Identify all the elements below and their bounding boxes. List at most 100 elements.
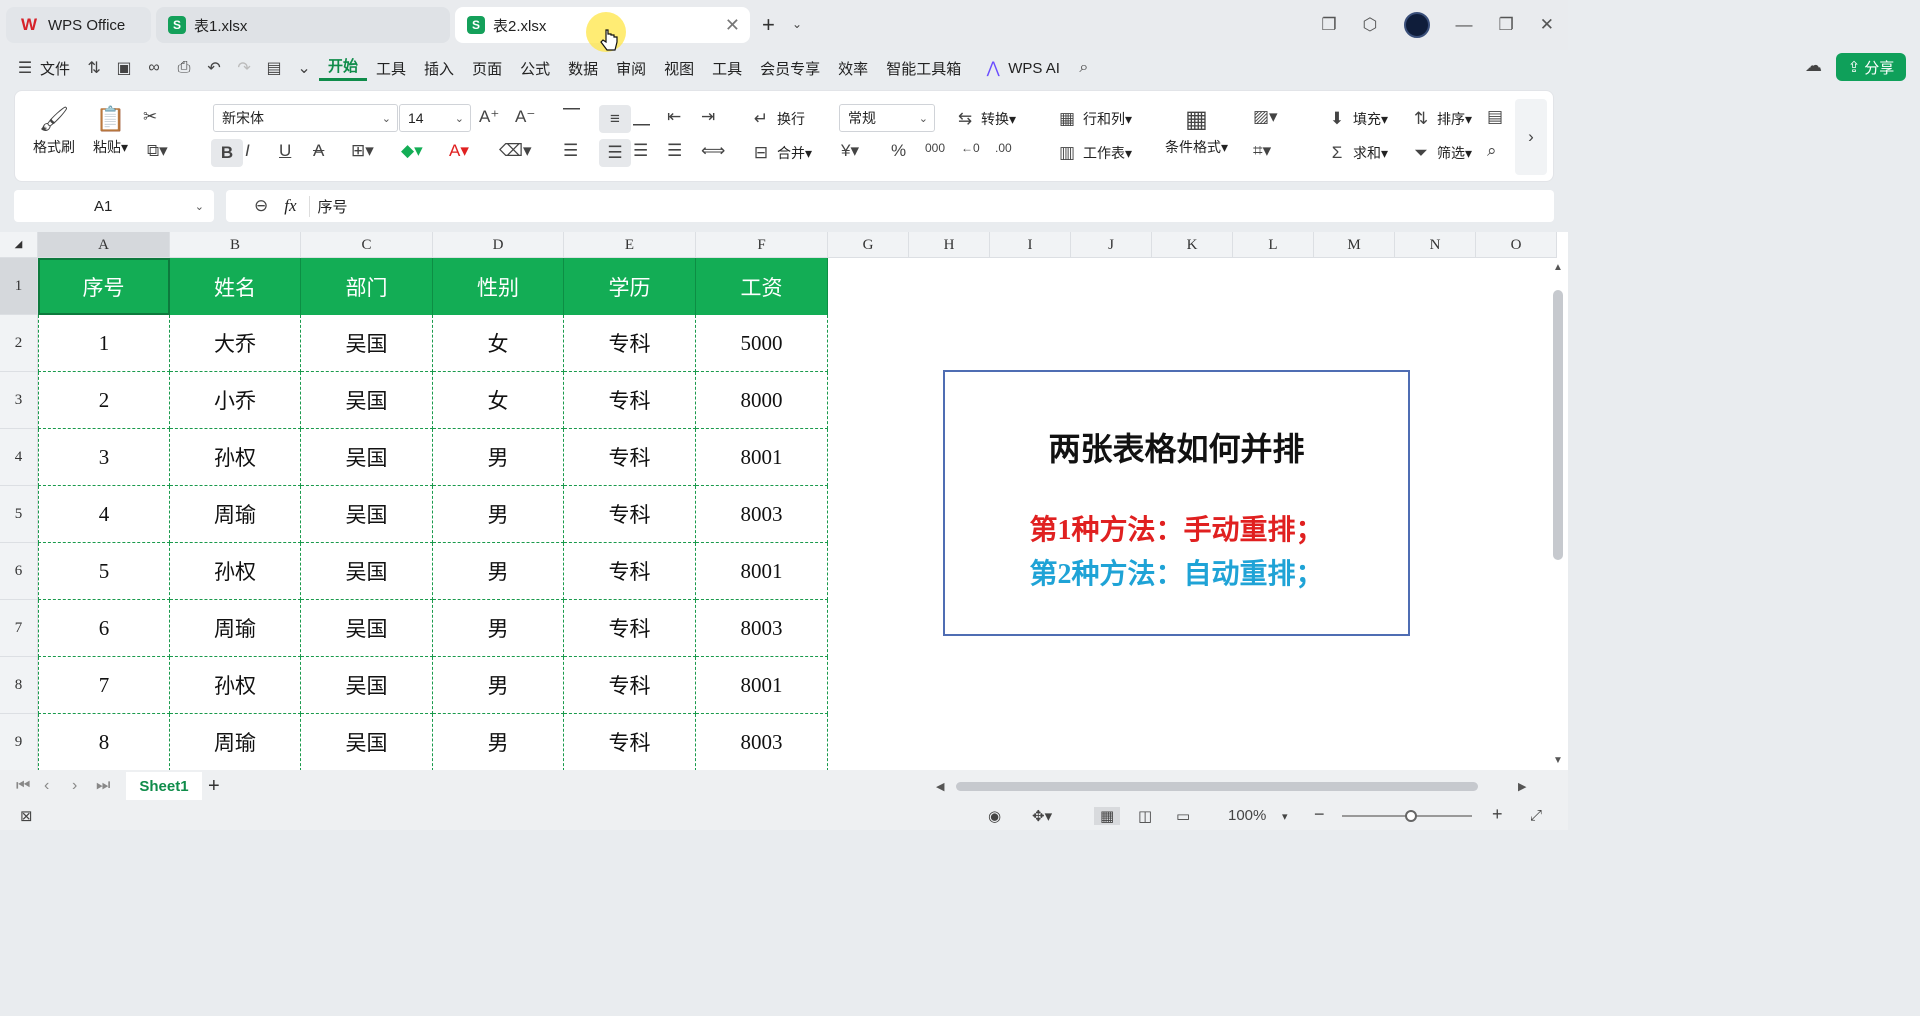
table-cell[interactable]: 3 [38, 429, 170, 486]
tab-formula[interactable]: 公式 [511, 58, 559, 79]
column-header-h[interactable]: H [909, 232, 990, 258]
table-cell[interactable]: 专科 [564, 543, 696, 600]
horizontal-scroll-thumb[interactable] [956, 782, 1478, 791]
cell-mode-icon[interactable]: ✥▾ [1032, 807, 1052, 825]
header-cell[interactable]: 部门 [301, 258, 433, 315]
function-icon[interactable]: fx [284, 196, 296, 216]
table-cell[interactable]: 大乔 [170, 315, 301, 372]
tab-file-1[interactable]: S 表1.xlsx [156, 7, 450, 43]
column-header-m[interactable]: M [1314, 232, 1395, 258]
table-cell[interactable]: 男 [433, 657, 564, 714]
table-cell[interactable]: 8001 [696, 657, 828, 714]
table-cell[interactable]: 吴国 [301, 600, 433, 657]
decrease-font-icon[interactable]: A⁻ [515, 107, 547, 127]
new-tab-icon[interactable]: + [762, 12, 775, 38]
table-cell[interactable]: 专科 [564, 714, 696, 770]
table-cell[interactable]: 女 [433, 315, 564, 372]
font-name-select[interactable]: 新宋体 ⌄ [213, 104, 398, 132]
search-icon[interactable]: ⌕ [1069, 59, 1099, 77]
justify-icon[interactable]: ☰ [667, 141, 699, 161]
strikethrough-button[interactable]: A [313, 141, 345, 161]
currency-icon[interactable]: ¥▾ [841, 141, 873, 161]
tab-data[interactable]: 数据 [559, 58, 607, 79]
table-cell[interactable]: 2 [38, 372, 170, 429]
border-icon[interactable]: ⊞▾ [351, 141, 383, 161]
row-header-8[interactable]: 8 [0, 657, 38, 714]
chevron-down-icon[interactable]: ⌄ [289, 58, 319, 78]
first-sheet-icon[interactable]: ⏮ [16, 777, 30, 795]
undo-icon[interactable]: ↶ [199, 58, 229, 78]
close-window-icon[interactable]: ✕ [1540, 15, 1554, 35]
font-size-select[interactable]: 14 ⌄ [399, 104, 471, 132]
chevron-down-icon[interactable]: ▾ [1282, 810, 1288, 823]
tab-review[interactable]: 审阅 [607, 58, 655, 79]
table-cell[interactable]: 1 [38, 315, 170, 372]
table-cell[interactable]: 8 [38, 714, 170, 770]
table-cell[interactable]: 孙权 [170, 543, 301, 600]
column-header-f[interactable]: F [696, 232, 828, 258]
table-cell[interactable]: 8001 [696, 543, 828, 600]
align-left-icon[interactable]: ☰ [563, 141, 595, 161]
header-cell[interactable]: 姓名 [170, 258, 301, 315]
table-cell[interactable]: 吴国 [301, 657, 433, 714]
column-header-o[interactable]: O [1476, 232, 1557, 258]
zoom-out-icon[interactable]: − [1314, 804, 1325, 825]
table-cell[interactable]: 小乔 [170, 372, 301, 429]
select-all-corner[interactable]: ◢ [0, 232, 38, 258]
row-col-button[interactable]: ▦ 行和列 ▾ [1051, 109, 1132, 129]
print-preview-icon[interactable]: ⎙ [169, 59, 199, 77]
increase-decimal-icon[interactable]: ←0 [961, 141, 993, 155]
table-cell[interactable]: 8003 [696, 486, 828, 543]
distribute-icon[interactable]: ⟺ [701, 141, 733, 161]
table-cell[interactable]: 5000 [696, 315, 828, 372]
table-cell[interactable]: 6 [38, 600, 170, 657]
fill-button[interactable]: ⬇ 填充 ▾ [1321, 109, 1388, 129]
indent-increase-icon[interactable]: ⇥ [701, 107, 733, 127]
zoom-in-icon[interactable]: + [1492, 804, 1503, 825]
sort-az-icon[interactable]: ⇅ [79, 58, 109, 78]
crop-icon[interactable]: ⌗▾ [1253, 141, 1285, 161]
tab-home[interactable]: 开始 [319, 55, 368, 81]
table-cell[interactable]: 专科 [564, 372, 696, 429]
save-icon[interactable]: ▣ [109, 58, 139, 78]
table-cell[interactable]: 女 [433, 372, 564, 429]
macro-icon[interactable]: ⊠ [20, 807, 33, 825]
percent-icon[interactable]: % [891, 141, 923, 161]
table-cell[interactable]: 孙权 [170, 429, 301, 486]
tab-efficiency[interactable]: 效率 [829, 58, 877, 79]
indent-decrease-icon[interactable]: ⇤ [667, 107, 699, 127]
table-cell[interactable]: 男 [433, 486, 564, 543]
next-sheet-icon[interactable]: › [72, 777, 77, 795]
table-cell[interactable]: 男 [433, 714, 564, 770]
normal-view-icon[interactable]: ▦ [1094, 807, 1121, 825]
redo-icon[interactable]: ↷ [229, 58, 259, 78]
table-cell[interactable]: 8000 [696, 372, 828, 429]
tab-wps-ai[interactable]: WPS AI [1008, 60, 1069, 77]
table-cell[interactable]: 5 [38, 543, 170, 600]
table-cell[interactable]: 周瑜 [170, 486, 301, 543]
cloud-sync-icon[interactable]: ☁ [1805, 56, 1822, 76]
sum-button[interactable]: Σ 求和 ▾ [1321, 143, 1388, 163]
table-cell[interactable]: 孙权 [170, 657, 301, 714]
row-header-7[interactable]: 7 [0, 600, 38, 657]
last-sheet-icon[interactable]: ⏭ [96, 777, 110, 795]
worksheet-button[interactable]: ▥ 工作表 ▾ [1051, 143, 1132, 163]
header-cell[interactable]: 学历 [564, 258, 696, 315]
wrap-text-button[interactable]: ↵ 换行 [745, 109, 805, 129]
italic-button[interactable]: I [245, 141, 277, 161]
decrease-decimal-icon[interactable]: .00 [995, 141, 1027, 155]
add-sheet-icon[interactable]: + [208, 775, 220, 798]
avatar[interactable] [1403, 12, 1430, 38]
table-cell[interactable]: 男 [433, 543, 564, 600]
font-color-icon[interactable]: A▾ [449, 141, 481, 161]
tab-member[interactable]: 会员专享 [751, 58, 829, 79]
scroll-up-icon[interactable]: ▲ [1553, 262, 1563, 273]
table-cell[interactable]: 专科 [564, 486, 696, 543]
table-cell[interactable]: 8003 [696, 714, 828, 770]
chevron-down-icon[interactable]: ⌄ [792, 17, 802, 31]
underline-button[interactable]: U [279, 141, 311, 161]
header-cell[interactable]: 工资 [696, 258, 828, 315]
number-format-select[interactable]: 常规 ⌄ [839, 104, 935, 132]
cube-icon[interactable]: ⬡ [1363, 15, 1378, 35]
tab-wps-office[interactable]: W WPS Office [6, 7, 151, 43]
